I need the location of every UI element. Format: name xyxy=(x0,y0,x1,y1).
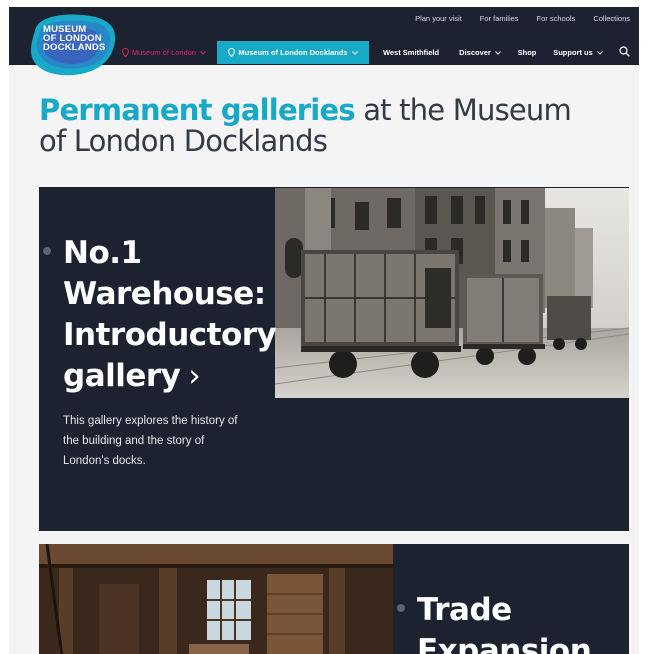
nav-label: Support us xyxy=(553,48,593,57)
nav-museum-of-london-docklands[interactable]: Museum of London Docklands xyxy=(217,41,369,64)
nav-discover[interactable]: Discover xyxy=(451,41,509,64)
bullet-dot xyxy=(43,247,51,255)
nav-west-smithfield[interactable]: West Smithfield xyxy=(373,41,449,64)
gallery-photo-interior xyxy=(39,544,393,654)
page: MUSEUM OF LONDON DOCKLANDS Plan your vis… xyxy=(9,7,639,654)
nav-label: Shop xyxy=(517,48,537,57)
search-icon xyxy=(618,46,630,59)
nav-support-us[interactable]: Support us xyxy=(546,41,610,64)
gallery-title[interactable]: No.1 Warehouse: Introductory gallery › xyxy=(63,233,303,397)
top-link-plan-your-visit[interactable]: Plan your visit xyxy=(406,14,471,23)
location-pin-icon xyxy=(228,48,236,57)
location-pin-icon xyxy=(121,48,129,57)
nav-label: West Smithfield xyxy=(382,48,440,57)
interior-photo-icon xyxy=(39,544,393,654)
top-link-for-schools[interactable]: For schools xyxy=(528,14,585,23)
utility-nav: Plan your visit For families For schools… xyxy=(406,7,639,29)
chevron-right-icon: › xyxy=(188,358,201,394)
search-button[interactable] xyxy=(612,41,636,64)
gallery-photo-railway-wagons xyxy=(275,188,629,398)
chevron-down-icon xyxy=(351,50,358,55)
top-link-collections[interactable]: Collections xyxy=(584,14,639,23)
museum-logo[interactable]: MUSEUM OF LONDON DOCKLANDS xyxy=(27,11,119,77)
gallery-card-warehouse[interactable]: No.1 Warehouse: Introductory gallery › Th… xyxy=(39,187,629,531)
nav-label: Museum of London Docklands xyxy=(238,48,348,57)
chevron-down-icon xyxy=(494,50,501,55)
nav-label: Museum of London xyxy=(131,48,197,57)
nav-museum-of-london[interactable]: Museum of London xyxy=(112,41,216,64)
gallery-title[interactable]: Trade Expansion xyxy=(417,590,627,654)
page-title: Permanent galleries at the Museum of Lon… xyxy=(39,95,599,157)
site-header: MUSEUM OF LONDON DOCKLANDS Plan your vis… xyxy=(9,7,639,76)
chevron-down-icon xyxy=(200,50,206,55)
top-link-for-families[interactable]: For families xyxy=(471,14,528,23)
railway-photo-icon xyxy=(275,188,629,398)
nav-shop[interactable]: Shop xyxy=(511,41,543,64)
gallery-description: This gallery explores the history of the… xyxy=(63,415,238,467)
logo-text: MUSEUM OF LONDON DOCKLANDS xyxy=(43,24,106,53)
nav-label: Discover xyxy=(459,48,491,57)
gallery-card-trade-expansion[interactable]: Trade Expansion xyxy=(39,544,629,654)
chevron-down-icon xyxy=(596,50,603,55)
bullet-dot xyxy=(397,604,405,612)
page-title-accent: Permanent galleries xyxy=(39,93,356,127)
